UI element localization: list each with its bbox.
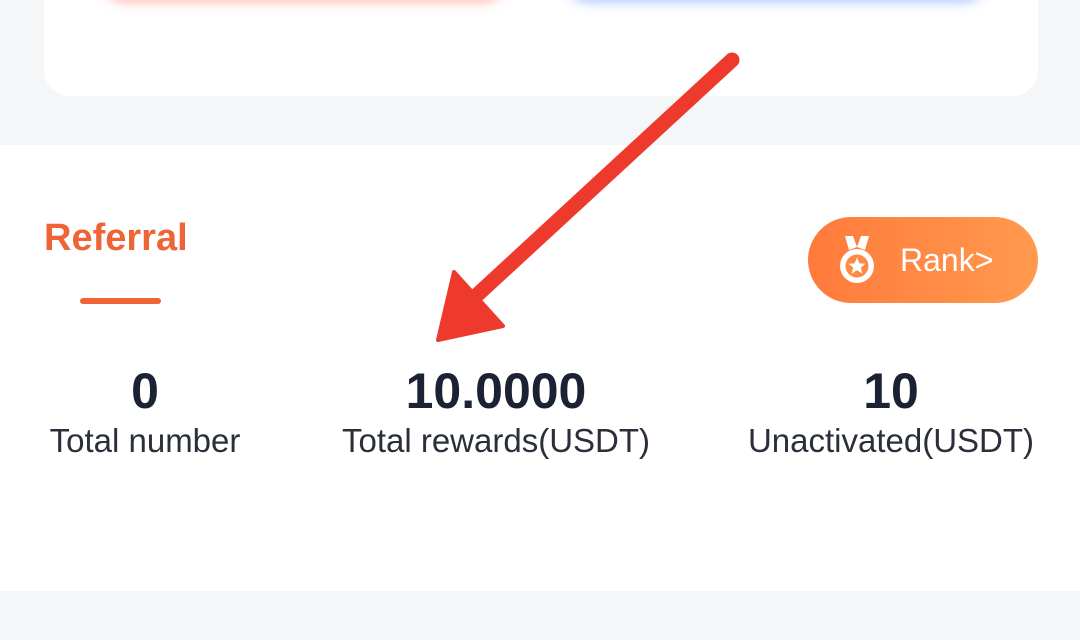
- stat-unactivated: 10 Unactivated(USDT): [740, 363, 1042, 461]
- stat-value: 10: [863, 363, 919, 419]
- stat-label: Total number: [49, 422, 241, 459]
- top-action-card: [44, 0, 1038, 96]
- rank-button-label: Rank>: [900, 242, 994, 278]
- rank-button[interactable]: Rank>: [808, 217, 1038, 303]
- tab-active-indicator: [80, 298, 161, 304]
- stat-total-number: 0 Total number: [44, 363, 246, 461]
- referral-panel: Referral Rank> 0 Total number 10.0000 To…: [0, 145, 1080, 591]
- stat-total-rewards: 10.0000 Total rewards(USDT): [330, 363, 662, 461]
- stat-label: Unactivated(USDT): [747, 422, 1035, 459]
- tab-referral[interactable]: Referral: [44, 217, 188, 260]
- stat-label: Total rewards(USDT): [341, 422, 651, 459]
- stat-value: 0: [131, 363, 159, 419]
- medal-icon: [840, 236, 874, 283]
- stat-value: 10.0000: [405, 363, 587, 419]
